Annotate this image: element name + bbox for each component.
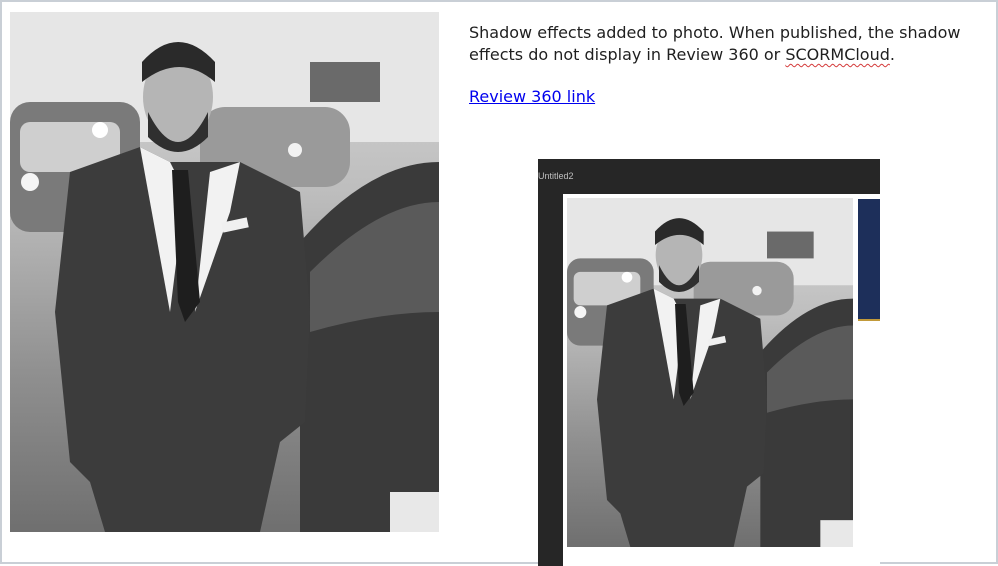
photo-graphic — [10, 12, 439, 532]
preview-window: Untitled2 — [538, 159, 880, 566]
man-in-suit-photo — [10, 12, 439, 532]
preview-photo-graphic — [567, 198, 853, 547]
shadow-effects-note: Shadow effects added to photo. When publ… — [469, 22, 974, 66]
review-360-link[interactable]: Review 360 link — [469, 86, 595, 108]
preview-man-in-suit-photo — [567, 198, 853, 547]
preview-title: Untitled2 — [538, 171, 574, 181]
preview-slide — [563, 194, 880, 566]
gold-accent-line — [858, 319, 880, 321]
navy-accent-bar — [858, 199, 880, 319]
note-text-end: . — [889, 45, 895, 64]
note-misspelled-word: SCORMCloud — [785, 45, 890, 64]
